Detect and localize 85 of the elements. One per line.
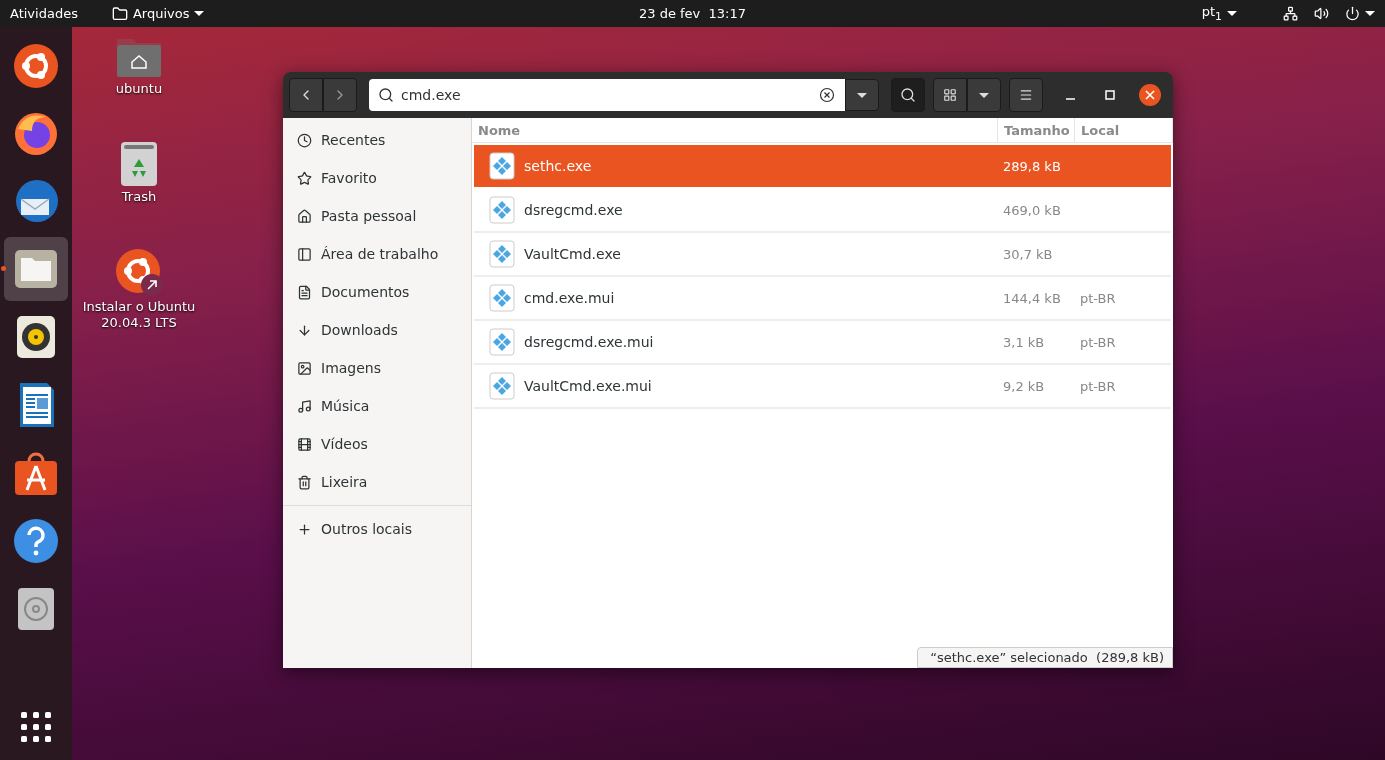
sidebar-item[interactable]: Música [283, 387, 471, 425]
file-name: VaultCmd.exe [524, 246, 621, 262]
maximize-icon [1105, 90, 1115, 100]
file-location: pt-BR [1080, 290, 1116, 306]
file-row[interactable]: VaultCmd.exe 30,7 kB [474, 233, 1171, 275]
close-button[interactable] [1139, 84, 1161, 106]
file-row[interactable]: dsregcmd.exe 469,0 kB [474, 189, 1171, 231]
sidebar-item[interactable]: Pasta pessoal [283, 197, 471, 235]
desktop-icon [297, 246, 312, 262]
trash-icon [120, 141, 158, 187]
volume-icon[interactable] [1314, 6, 1329, 21]
file-icon [489, 284, 515, 312]
clear-icon[interactable] [819, 87, 835, 103]
ubuntu-installer-icon [114, 247, 164, 297]
status-bar: “sethc.exe” selecionado (289,8 kB) [917, 647, 1173, 668]
file-size: 469,0 kB [1003, 202, 1061, 218]
file-name: dsregcmd.exe.mui [524, 334, 654, 350]
file-size: 144,4 kB [1003, 290, 1061, 306]
forward-button[interactable] [323, 78, 357, 112]
sidebar-item[interactable]: Recentes [283, 121, 471, 159]
star-icon [297, 170, 312, 186]
menu-button[interactable] [1009, 78, 1043, 112]
file-location: pt-BR [1080, 378, 1116, 394]
view-options-button[interactable] [967, 78, 1001, 112]
close-icon [1145, 90, 1155, 100]
file-row[interactable]: dsregcmd.exe.mui 3,1 kB pt-BR [474, 321, 1171, 363]
dock-item[interactable] [4, 237, 68, 301]
keyboard-layout-menu[interactable]: pt$_{1}$ [1201, 4, 1237, 23]
back-button[interactable] [289, 78, 323, 112]
file-location: pt-BR [1080, 334, 1116, 350]
activities-button[interactable]: Atividades [10, 6, 78, 21]
sidebar-item[interactable]: Documentos [283, 273, 471, 311]
plus-icon [297, 521, 312, 537]
music-note-icon [297, 398, 312, 414]
image-icon [297, 360, 312, 376]
home-icon [297, 208, 312, 224]
app-grid-icon[interactable] [19, 710, 53, 744]
file-name: sethc.exe [524, 158, 592, 174]
file-size: 9,2 kB [1003, 378, 1045, 394]
file-row[interactable]: sethc.exe 289,8 kB [474, 145, 1171, 187]
file-icon [489, 196, 515, 224]
sidebar-item[interactable]: Favorito [283, 159, 471, 197]
clock-icon [297, 132, 312, 148]
file-row[interactable]: VaultCmd.exe.mui 9,2 kB pt-BR [474, 365, 1171, 407]
file-size: 3,1 kB [1003, 334, 1045, 350]
search-field[interactable]: cmd.exe [369, 79, 845, 111]
power-menu[interactable] [1345, 6, 1375, 21]
ubuntu-logo-icon [12, 41, 60, 89]
file-icon [489, 328, 515, 356]
file-icon [489, 240, 515, 268]
desktop-icon-label[interactable]: ubuntu [115, 81, 163, 98]
file-icon [489, 152, 515, 180]
network-icon[interactable] [1283, 6, 1298, 21]
grid-icon [943, 88, 957, 102]
folder-icon [111, 5, 128, 22]
minimize-icon [1065, 98, 1075, 100]
search-button[interactable] [891, 78, 925, 112]
file-row[interactable]: cmd.exe.mui 144,4 kB pt-BR [474, 277, 1171, 319]
search-icon [378, 87, 394, 103]
sidebar-item[interactable]: Outros locais [283, 510, 471, 548]
document-icon [297, 284, 312, 300]
sidebar-item[interactable]: Lixeira [283, 463, 471, 501]
search-options-button[interactable] [845, 79, 879, 111]
file-name: dsregcmd.exe [524, 202, 623, 218]
sidebar-item[interactable]: Imagens [283, 349, 471, 387]
clock[interactable]: 23 de fev 13:17 [638, 6, 747, 21]
grid-view-button[interactable] [933, 78, 967, 112]
file-size: 30,7 kB [1003, 246, 1053, 262]
help-icon [12, 517, 60, 565]
file-icon [489, 372, 515, 400]
running-indicator [1, 266, 6, 271]
search-icon [900, 87, 916, 103]
menu-icon [1019, 88, 1033, 102]
film-icon [297, 436, 312, 452]
file-name: VaultCmd.exe.mui [524, 378, 652, 394]
file-size: 289,8 kB [1003, 158, 1061, 174]
sidebar-item[interactable]: Downloads [283, 311, 471, 349]
app-menu[interactable]: Arquivos [111, 5, 205, 22]
sidebar-item[interactable]: Vídeos [283, 425, 471, 463]
download-icon [297, 322, 312, 338]
desktop-icon-label[interactable]: Trash [121, 189, 157, 206]
trash-icon [297, 474, 312, 490]
sidebar-item[interactable]: Área de trabalho [283, 235, 471, 273]
desktop-icon-label[interactable]: Instalar o Ubuntu 20.04.3 LTS [82, 299, 196, 332]
file-name: cmd.exe.mui [524, 290, 615, 306]
